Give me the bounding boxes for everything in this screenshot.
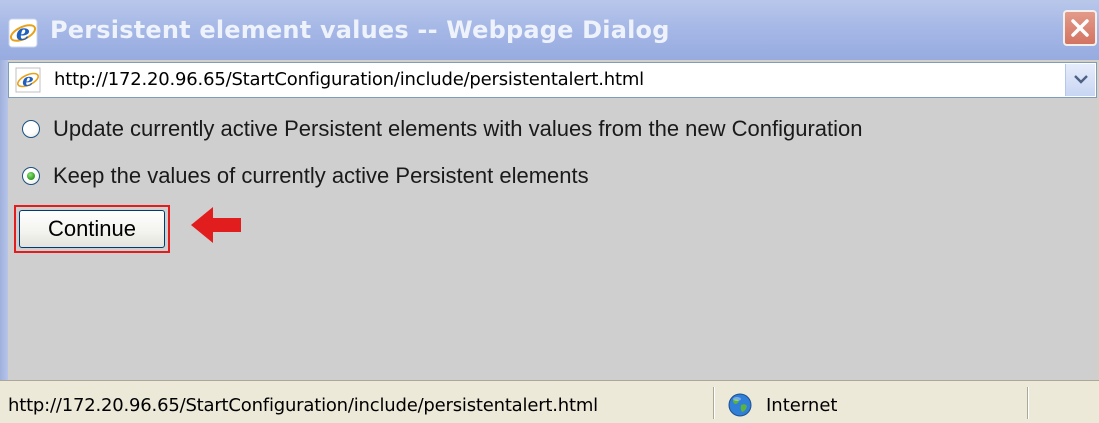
window-left-border (0, 60, 8, 380)
option-update-row[interactable]: Update currently active Persistent eleme… (22, 114, 863, 144)
address-url[interactable]: http://172.20.96.65/StartConfiguration/i… (54, 69, 644, 90)
chevron-down-icon (1074, 75, 1088, 84)
status-separator (1027, 387, 1029, 419)
close-button[interactable] (1063, 10, 1097, 46)
status-separator (713, 387, 715, 419)
red-arrow-left-icon (191, 207, 241, 243)
dialog-content: Update currently active Persistent eleme… (8, 98, 1097, 380)
status-url: http://172.20.96.65/StartConfiguration/i… (8, 395, 598, 416)
option-keep-row[interactable]: Keep the values of currently active Pers… (22, 161, 589, 191)
ie-logo-icon: e (8, 18, 38, 48)
continue-button[interactable]: Continue (19, 210, 165, 248)
address-dropdown-button[interactable] (1065, 64, 1095, 96)
address-bar[interactable]: e http://172.20.96.65/StartConfiguration… (8, 62, 1097, 98)
option-keep-label[interactable]: Keep the values of currently active Pers… (53, 163, 589, 189)
svg-text:e: e (22, 70, 33, 91)
title-bar[interactable]: e Persistent element values -- Webpage D… (0, 0, 1099, 60)
option-update-label[interactable]: Update currently active Persistent eleme… (53, 116, 863, 142)
status-bar: http://172.20.96.65/StartConfiguration/i… (0, 380, 1099, 423)
option-update-radio[interactable] (22, 120, 40, 138)
svg-text:e: e (16, 20, 30, 46)
window-title: Persistent element values -- Webpage Dia… (50, 16, 670, 44)
close-icon (1071, 19, 1089, 37)
ie-page-icon: e (15, 67, 41, 93)
dialog-window: e Persistent element values -- Webpage D… (0, 0, 1099, 423)
continue-highlight-box: Continue (14, 205, 170, 253)
globe-icon (728, 393, 752, 417)
option-keep-radio[interactable] (22, 167, 40, 185)
security-zone-label: Internet (766, 395, 838, 416)
